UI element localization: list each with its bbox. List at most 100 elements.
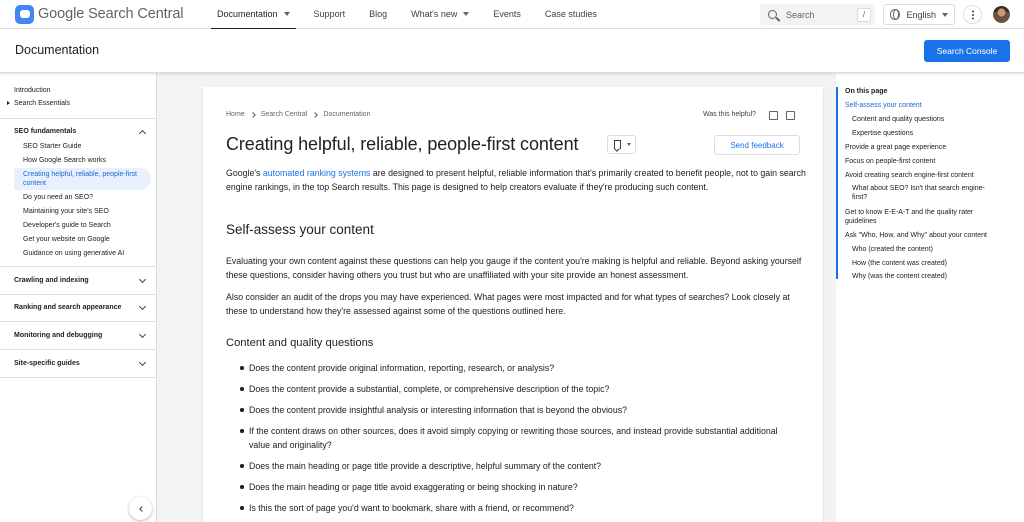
chevron-down-icon	[283, 12, 290, 16]
toc-indicator	[836, 87, 838, 279]
nav-documentation[interactable]: Documentation	[205, 0, 302, 30]
toc-item-what-about-seo[interactable]: What about SEO? Isn't that search engine…	[852, 184, 997, 202]
nav-label: Documentation	[217, 9, 278, 19]
language-selector[interactable]: English	[883, 4, 955, 25]
sidebar-section-ranking[interactable]: Ranking and search appearance	[14, 304, 121, 311]
nav-label: What's new	[411, 9, 458, 19]
sidebar-item-need-an-seo[interactable]: Do you need an SEO?	[23, 193, 93, 202]
toc-item-who[interactable]: Who (created the content)	[852, 245, 997, 254]
more-vert-icon[interactable]	[963, 5, 982, 24]
nav-case-studies[interactable]: Case studies	[533, 0, 609, 29]
sidebar-item-helpful-content[interactable]: Creating helpful, reliable, people-first…	[23, 170, 138, 188]
chevron-left-icon	[138, 505, 145, 512]
chevron-up-icon[interactable]	[138, 129, 147, 138]
ranking-systems-link[interactable]: automated ranking systems	[263, 168, 371, 178]
search-icon	[768, 10, 777, 19]
intro-text: Google's	[226, 168, 263, 178]
sidebar-section-site-specific[interactable]: Site-specific guides	[14, 360, 80, 367]
sidebar-section-monitoring[interactable]: Monitoring and debugging	[14, 332, 102, 339]
sidebar-item-generative-ai[interactable]: Guidance on using generative AI	[23, 249, 124, 258]
language-label: English	[906, 9, 936, 20]
documentation-header: Documentation Search Console	[0, 29, 1024, 73]
breadcrumb-search-central[interactable]: Search Central	[261, 111, 308, 118]
sidebar-item-maintaining-seo[interactable]: Maintaining your site's SEO	[23, 207, 109, 216]
chevron-down-icon[interactable]	[138, 275, 147, 284]
toc-item-avoid-search-first[interactable]: Avoid creating search engine-first conte…	[845, 171, 995, 180]
divider	[0, 294, 157, 295]
user-avatar[interactable]	[993, 6, 1010, 23]
toc-item-self-assess[interactable]: Self-assess your content	[845, 101, 995, 110]
section-title: Documentation	[15, 43, 100, 57]
toc-panel	[836, 73, 1024, 522]
chevron-down-icon	[942, 12, 948, 17]
nav-blog[interactable]: Blog	[357, 0, 399, 29]
nav-label: Support	[313, 9, 346, 19]
send-feedback-button[interactable]: Send feedback	[714, 135, 800, 155]
chevron-down-icon[interactable]	[138, 358, 147, 367]
helpful-prompt: Was this helpful?	[703, 111, 757, 118]
section-heading: Self-assess your content	[226, 222, 374, 237]
chevron-right-icon	[312, 111, 319, 118]
paragraph: Also consider an audit of the drops you …	[226, 292, 790, 316]
list-item: Is this the sort of page you'd want to b…	[240, 501, 789, 515]
list-item: Does the content provide insightful anal…	[240, 403, 789, 417]
thumb-down-icon[interactable]	[786, 111, 795, 120]
paragraph: Evaluating your own content against thes…	[226, 256, 802, 280]
list-item: Does the main heading or page title prov…	[240, 459, 789, 473]
list-item: Does the content provide original inform…	[240, 361, 789, 375]
chevron-down-icon[interactable]	[138, 330, 147, 339]
toc-item-page-experience[interactable]: Provide a great page experience	[845, 143, 995, 152]
globe-icon	[890, 9, 901, 20]
toc-heading: On this page	[845, 88, 888, 95]
nav-events[interactable]: Events	[481, 0, 533, 29]
nav-whats-new[interactable]: What's new	[399, 0, 481, 29]
sidebar-item-search-essentials[interactable]: Search Essentials	[14, 100, 70, 107]
logo-text: Google Search Central	[38, 6, 184, 22]
sidebar-section-crawling[interactable]: Crawling and indexing	[14, 277, 89, 284]
intro-paragraph: Google's automated ranking systems are d…	[226, 166, 806, 194]
sidebar-item-seo-starter-guide[interactable]: SEO Starter Guide	[23, 142, 81, 151]
search-console-button[interactable]: Search Console	[924, 40, 1010, 62]
chevron-down-icon	[627, 143, 631, 146]
toc-item-how[interactable]: How (the content was created)	[852, 259, 997, 268]
sidebar-item-introduction[interactable]: Introduction	[14, 87, 51, 94]
divider	[0, 118, 157, 119]
breadcrumb-home[interactable]: Home	[226, 111, 245, 118]
search-input[interactable]: Search /	[760, 4, 875, 25]
toc-item-why[interactable]: Why (was the content created)	[852, 272, 997, 281]
sidebar-item-developers-guide[interactable]: Developer's guide to Search	[23, 221, 111, 230]
chevron-down-icon[interactable]	[138, 302, 147, 311]
sidebar-item-how-search-works[interactable]: How Google Search works	[23, 156, 106, 165]
bookmark-button[interactable]	[607, 135, 636, 154]
nav-label: Blog	[369, 9, 388, 19]
toc-item-eeat[interactable]: Get to know E-E-A-T and the quality rate…	[845, 208, 995, 226]
toc-item-who-how-why[interactable]: Ask "Who, How, and Why" about your conte…	[845, 231, 995, 240]
toc-item-content-quality[interactable]: Content and quality questions	[852, 115, 997, 124]
nav-label: Case studies	[544, 9, 597, 19]
nav-support[interactable]: Support	[302, 0, 358, 29]
article-card: Home Search Central Documentation Was th…	[203, 87, 823, 522]
nav-label: Events	[493, 9, 521, 19]
thumb-up-icon[interactable]	[769, 111, 778, 120]
divider	[0, 377, 157, 378]
search-shortcut-key: /	[857, 7, 871, 22]
toc-item-people-first[interactable]: Focus on people-first content	[845, 157, 995, 166]
sidebar-item-get-on-google[interactable]: Get your website on Google	[23, 235, 110, 244]
divider	[0, 266, 157, 267]
list-item: Does the content provide a substantial, …	[240, 382, 789, 396]
search-central-logo-icon	[15, 4, 34, 24]
subsection-heading: Content and quality questions	[226, 337, 374, 349]
chevron-right-icon	[249, 111, 256, 118]
sidebar-section-seo-fundamentals[interactable]: SEO fundamentals	[14, 128, 76, 135]
top-bar: Google Search Central Documentation Supp…	[0, 0, 1024, 30]
collapse-sidebar-button[interactable]	[129, 497, 152, 520]
site-logo[interactable]: Google Search Central	[15, 4, 195, 24]
list-item: Does the main heading or page title avoi…	[240, 480, 789, 494]
divider	[0, 321, 157, 322]
breadcrumb: Home Search Central Documentation	[226, 111, 370, 118]
breadcrumb-documentation[interactable]: Documentation	[323, 111, 370, 118]
chevron-right-icon	[7, 101, 10, 105]
toc-item-expertise[interactable]: Expertise questions	[852, 129, 997, 138]
page-title: Creating helpful, reliable, people-first…	[226, 134, 579, 154]
chevron-down-icon	[463, 12, 470, 16]
